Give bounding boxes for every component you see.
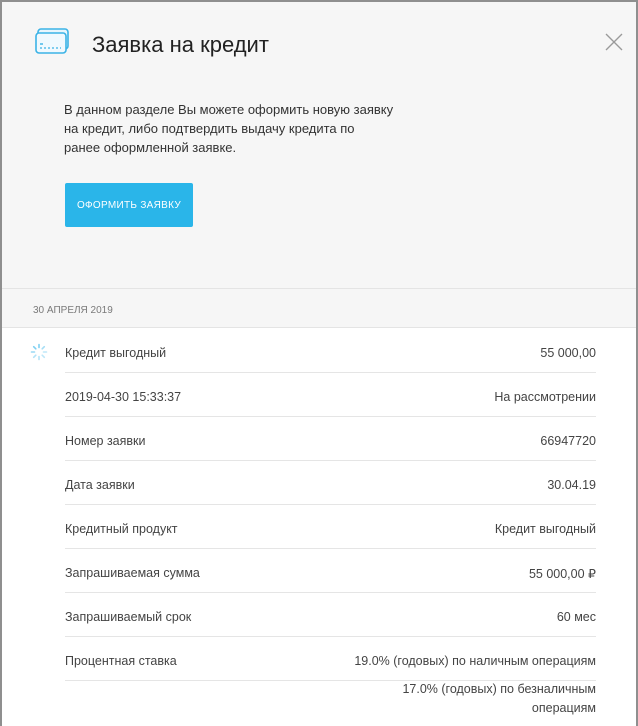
row-label: Запрашиваемый срок <box>65 610 192 624</box>
application-row: Кредитный продукт Кредит выгодный <box>2 505 636 549</box>
row-label: Кредит выгодный <box>65 346 167 360</box>
loading-spinner-icon <box>30 343 48 361</box>
application-row: Запрашиваемая сумма 55 000,00 ₽ <box>2 549 636 593</box>
row-label: Кредитный продукт <box>65 522 178 536</box>
credit-application-window: Заявка на кредит В данном разделе Вы мож… <box>0 0 638 726</box>
row-value: 55 000,00 ₽ <box>528 567 596 581</box>
application-row: 2019-04-30 15:33:37 На рассмотрении <box>2 373 636 417</box>
close-icon[interactable] <box>604 32 624 52</box>
rate-extra-text: 17.0% (годовых) по безналичным операциям <box>402 682 596 715</box>
page-title: Заявка на кредит <box>92 32 269 57</box>
row-value: 66947720 <box>540 434 596 448</box>
application-row: Запрашиваемый срок 60 мес <box>2 593 636 637</box>
application-row: Номер заявки 66947720 <box>2 417 636 461</box>
row-label: 2019-04-30 15:33:37 <box>65 390 182 404</box>
rate-extra: 17.0% (годовых) по безналичным операциям <box>65 680 596 718</box>
credit-card-icon <box>35 28 69 54</box>
row-label: Запрашиваемая сумма <box>65 566 200 580</box>
row-value: 55 000,00 <box>540 346 596 360</box>
application-details: Кредит выгодный 55 000,00 2019-04-30 15:… <box>2 329 636 681</box>
row-label: Номер заявки <box>65 434 146 448</box>
application-row: Процентная ставка 19.0% (годовых) по нал… <box>2 637 636 681</box>
row-value: Кредит выгодный <box>494 522 596 536</box>
application-row-title[interactable]: Кредит выгодный 55 000,00 <box>2 329 636 373</box>
date-header: 30 АПРЕЛЯ 2019 <box>2 288 636 328</box>
row-label: Процентная ставка <box>65 654 177 668</box>
date-label: 30 АПРЕЛЯ 2019 <box>33 305 113 316</box>
row-value: 30.04.19 <box>547 478 596 492</box>
header: Заявка на кредит <box>2 2 636 88</box>
row-value: 60 мес <box>556 610 596 624</box>
intro-description: В данном разделе Вы можете оформить нову… <box>64 102 394 155</box>
status-value: На рассмотрении <box>494 390 596 404</box>
application-row: Дата заявки 30.04.19 <box>2 461 636 505</box>
row-label: Дата заявки <box>65 478 135 492</box>
row-value: 19.0% (годовых) по наличным операциям <box>354 654 596 668</box>
apply-button[interactable]: ОФОРМИТЬ ЗАЯВКУ <box>65 183 193 227</box>
